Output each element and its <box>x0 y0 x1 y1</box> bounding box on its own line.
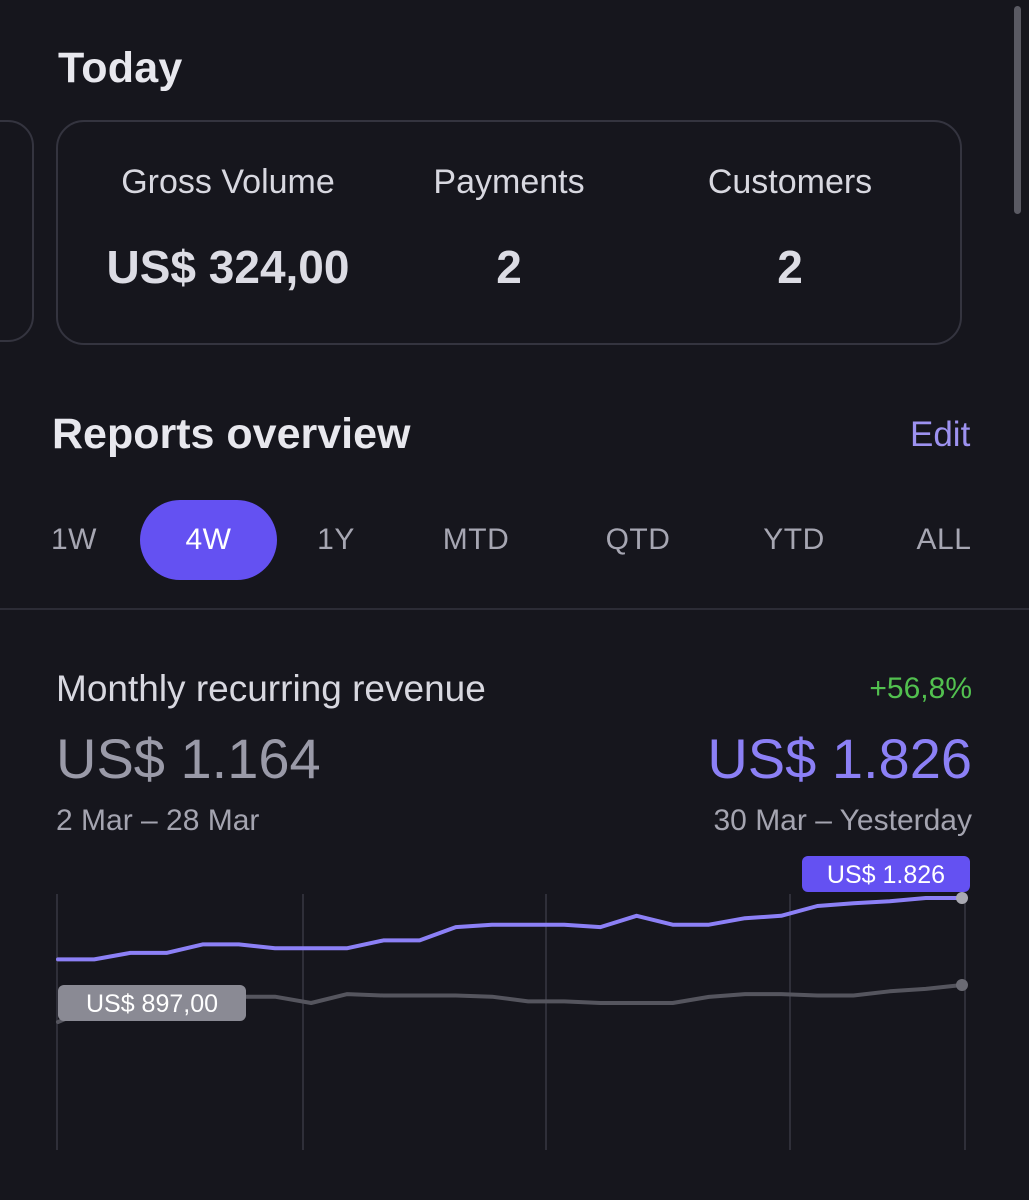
tab-qtd[interactable]: QTD <box>588 500 688 580</box>
mrr-line-chart[interactable]: US$ 1.826 US$ 897,00 <box>0 850 1029 1160</box>
section-divider <box>0 608 1029 610</box>
mrr-current-value: US$ 1.826 <box>707 727 972 790</box>
previous-card[interactable] <box>0 120 34 342</box>
gross-volume-label: Gross Volume <box>121 163 335 201</box>
current-value-tooltip: US$ 1.826 <box>827 861 945 889</box>
previous-value-tooltip: US$ 897,00 <box>86 990 218 1018</box>
tab-4w[interactable]: 4W <box>140 500 277 580</box>
tab-1y[interactable]: 1Y <box>300 500 372 580</box>
payments-label: Payments <box>433 163 585 201</box>
previous-series-end-point <box>956 978 968 991</box>
current-series-line <box>56 896 964 962</box>
edit-button[interactable]: Edit <box>910 415 970 455</box>
tab-mtd[interactable]: MTD <box>426 500 526 580</box>
tab-all[interactable]: ALL <box>900 500 988 580</box>
mrr-previous-range: 2 Mar – 28 Mar <box>56 804 260 837</box>
customers-value: 2 <box>777 241 803 293</box>
current-series-end-point <box>956 892 968 904</box>
mrr-title: Monthly recurring revenue <box>56 668 486 709</box>
customers-label: Customers <box>707 163 873 201</box>
tab-ytd[interactable]: YTD <box>746 500 842 580</box>
today-stats-card[interactable] <box>56 120 962 345</box>
payments-value: 2 <box>496 241 522 293</box>
scrollbar[interactable] <box>1014 6 1021 214</box>
reports-overview-title: Reports overview <box>52 410 411 458</box>
mrr-change-badge: +56,8% <box>869 672 972 705</box>
mrr-previous-value: US$ 1.164 <box>56 727 321 790</box>
mrr-current-range: 30 Mar – Yesterday <box>713 804 972 837</box>
gross-volume-value: US$ 324,00 <box>106 241 350 293</box>
tab-1w[interactable]: 1W <box>36 500 112 580</box>
today-title: Today <box>58 44 183 92</box>
